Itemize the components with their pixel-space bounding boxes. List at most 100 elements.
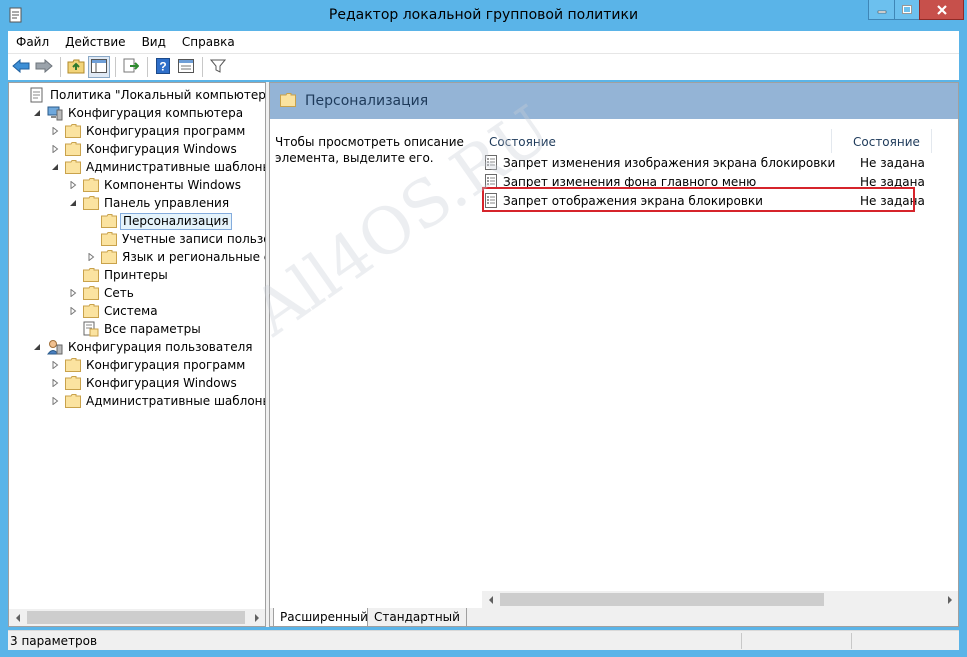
tab-standard[interactable]: Стандартный [367, 608, 467, 626]
scroll-right-icon[interactable] [248, 609, 265, 626]
column-separator[interactable] [831, 129, 832, 153]
collapsed-arrow-icon[interactable] [67, 179, 79, 191]
scroll-thumb[interactable] [500, 593, 824, 606]
forward-icon [35, 58, 53, 76]
scroll-left-icon[interactable] [482, 591, 499, 608]
scroll-left-icon[interactable] [9, 609, 26, 626]
folder-icon [83, 303, 99, 319]
menu-bar: Файл Действие Вид Справка [8, 31, 959, 53]
help-button[interactable]: ? [152, 56, 174, 78]
tree-item[interactable]: Административные шаблоны [49, 158, 265, 176]
tab-extended[interactable]: Расширенный [273, 608, 375, 626]
status-divider [741, 633, 742, 649]
all-settings-icon [83, 321, 99, 337]
tree-item[interactable]: Конфигурация пользователя [31, 338, 254, 356]
filter-button[interactable] [207, 56, 229, 78]
tree-item[interactable]: Все параметры [67, 320, 203, 338]
tree-item[interactable]: Административные шаблоны [49, 392, 265, 410]
up-folder-button[interactable] [65, 56, 87, 78]
list-horizontal-scrollbar[interactable] [482, 591, 958, 608]
expanded-arrow-icon[interactable] [31, 107, 43, 119]
toolbar-separator [115, 57, 116, 77]
tree-item[interactable]: Конфигурация компьютера [31, 104, 245, 122]
scroll-thumb[interactable] [27, 611, 245, 624]
app-window: Редактор локальной групповой политики Фа… [0, 0, 967, 657]
minimize-button[interactable] [868, 0, 895, 20]
scroll-right-icon[interactable] [941, 591, 958, 608]
collapsed-arrow-icon[interactable] [67, 287, 79, 299]
tree-pane[interactable]: Политика "Локальный компьютер" Конфигурац… [8, 82, 266, 627]
details-header: Персонализация [270, 83, 958, 119]
tree-item-label: Конфигурация программ [86, 357, 246, 372]
list-item[interactable]: Запрет изменения изображения экрана блок… [485, 153, 955, 172]
tree-item[interactable]: Учетные записи пользовате [85, 230, 265, 248]
menu-view[interactable]: Вид [134, 31, 174, 53]
menu-file[interactable]: Файл [8, 31, 57, 53]
folder-icon [65, 375, 81, 391]
folder-icon [65, 123, 81, 139]
status-divider [851, 633, 852, 649]
export-list-button[interactable] [120, 56, 142, 78]
collapsed-arrow-icon[interactable] [49, 377, 61, 389]
back-button[interactable] [10, 56, 32, 78]
computer-icon [47, 105, 63, 121]
setting-state: Не задана [860, 155, 925, 170]
folder-icon [83, 177, 99, 193]
collapsed-arrow-icon[interactable] [49, 143, 61, 155]
window-title: Редактор локальной групповой политики [328, 7, 639, 23]
toolbar-separator [60, 57, 61, 77]
properties-icon [178, 58, 194, 76]
collapsed-arrow-icon[interactable] [67, 305, 79, 317]
tree-item-label: Компоненты Windows [104, 177, 242, 192]
maximize-button[interactable] [894, 0, 920, 20]
tree-item[interactable]: Язык и региональные станда [85, 248, 265, 266]
collapsed-arrow-icon[interactable] [49, 359, 61, 371]
expanded-arrow-icon[interactable] [67, 197, 79, 209]
close-button[interactable] [919, 0, 964, 20]
show-hide-tree-button[interactable] [88, 56, 110, 78]
tree-item-label: Конфигурация пользователя [68, 339, 253, 354]
tree-item[interactable]: Политика "Локальный компьютер" [13, 86, 265, 104]
expanded-arrow-icon[interactable] [31, 341, 43, 353]
show-hide-tree-icon [91, 58, 107, 76]
folder-icon [65, 393, 81, 409]
menu-action[interactable]: Действие [57, 31, 133, 53]
policy-setting-icon [485, 155, 499, 171]
column-separator[interactable] [931, 129, 932, 153]
column-header-name[interactable]: Состояние [489, 131, 556, 153]
setting-name: Запрет изменения изображения экрана блок… [503, 155, 836, 170]
expanded-arrow-icon[interactable] [49, 161, 61, 173]
svg-text:?: ? [159, 59, 166, 73]
tree-item[interactable]: Компоненты Windows [67, 176, 243, 194]
folder-icon [65, 357, 81, 373]
tree-item[interactable]: Конфигурация Windows [49, 140, 239, 158]
export-list-icon [123, 58, 140, 77]
properties-button[interactable] [175, 56, 197, 78]
collapsed-arrow-icon[interactable] [49, 395, 61, 407]
tree-item[interactable]: Конфигурация программ [49, 356, 247, 374]
column-header-state[interactable]: Состояние [853, 131, 920, 153]
tree-item[interactable]: Персонализация [85, 212, 232, 230]
tree-item[interactable]: Конфигурация Windows [49, 374, 239, 392]
tree-item[interactable]: Принтеры [67, 266, 170, 284]
details-title: Персонализация [305, 93, 429, 109]
tree-horizontal-scrollbar[interactable] [9, 609, 265, 626]
tree-item-label: Конфигурация Windows [86, 375, 237, 390]
forward-button[interactable] [33, 56, 55, 78]
tree-item-label: Язык и региональные станда [122, 249, 265, 264]
tree-item[interactable]: Панель управления [67, 194, 231, 212]
collapsed-arrow-icon[interactable] [85, 251, 97, 263]
tree-item[interactable]: Система [67, 302, 160, 320]
tree-item[interactable]: Сеть [67, 284, 136, 302]
view-tabs: Расширенный Стандартный [270, 608, 958, 626]
title-bar[interactable]: Редактор локальной групповой политики [0, 0, 967, 31]
tree-item[interactable]: Конфигурация программ [49, 122, 247, 140]
maximize-icon [902, 4, 912, 15]
tree-item-label: Учетные записи пользовате [122, 231, 265, 246]
collapsed-arrow-icon[interactable] [49, 125, 61, 137]
description-panel: Чтобы просмотреть описание элемента, выд… [270, 119, 475, 598]
menu-help[interactable]: Справка [174, 31, 243, 53]
